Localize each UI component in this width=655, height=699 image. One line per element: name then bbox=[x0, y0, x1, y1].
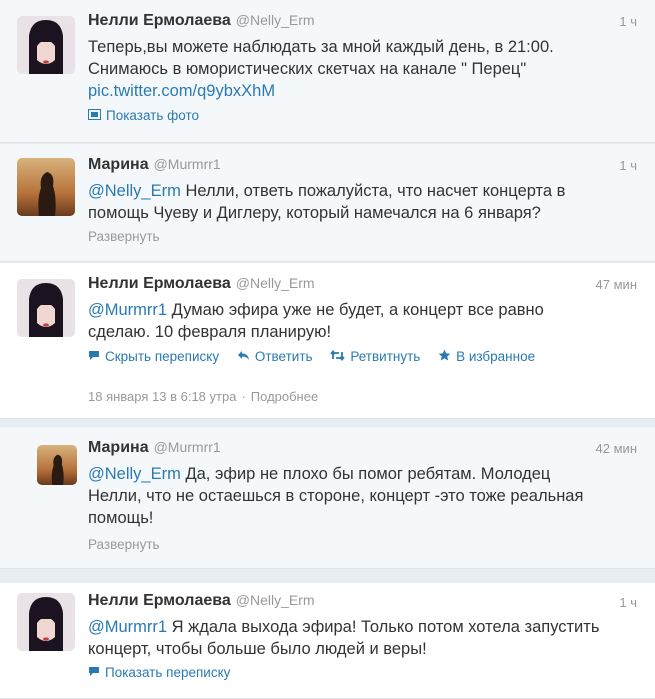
reply-arrow-icon bbox=[237, 350, 250, 364]
tweet-header: Нелли Ермолаева @Nelly_Erm bbox=[88, 592, 315, 614]
tweet-time[interactable]: 42 мин bbox=[596, 441, 637, 456]
tweet-card[interactable]: Нелли Ермолаева @Nelly_Erm 1 ч @Murmrr1 Я… bbox=[0, 583, 655, 699]
author-name[interactable]: Нелли Ермолаева bbox=[88, 592, 231, 609]
tweet-text-line: помощь! bbox=[88, 509, 154, 527]
author-handle[interactable]: @Nelly_Erm bbox=[236, 12, 315, 28]
tweet-text: Теперь,вы можете наблюдать за мной кажды… bbox=[88, 36, 628, 102]
author-name[interactable]: Марина bbox=[88, 156, 149, 173]
speech-bubble-icon bbox=[88, 350, 100, 364]
tweet-text-line: @Nelly_Erm Да, эфир не плохо бы помог ре… bbox=[88, 463, 628, 485]
show-conversation-button[interactable]: Показать переписку bbox=[88, 665, 230, 680]
mention-link[interactable]: @Murmrr1 bbox=[88, 301, 167, 319]
avatar[interactable] bbox=[17, 279, 75, 337]
avatar[interactable] bbox=[17, 158, 75, 216]
meta-separator: · bbox=[241, 389, 246, 404]
tweet-text-fragment: Нелли, ответь пожалуйста, что насчет кон… bbox=[185, 182, 566, 200]
hide-conversation-button[interactable]: Скрыть переписку bbox=[88, 349, 219, 364]
retweet-label: Ретвитнуть bbox=[350, 349, 421, 364]
tweet-header: Нелли Ермолаева @Nelly_Erm bbox=[88, 12, 315, 34]
author-handle[interactable]: @Nelly_Erm bbox=[236, 592, 315, 608]
author-name[interactable]: Нелли Ермолаева bbox=[88, 12, 231, 29]
tweet-text-line: @Murmrr1 Думаю эфира уже не будет, а кон… bbox=[88, 299, 628, 321]
tweet-text-fragment: Да, эфир не плохо бы помог ребятам. Моло… bbox=[185, 465, 551, 483]
photo-icon bbox=[88, 109, 101, 123]
tweet-time[interactable]: 1 ч bbox=[619, 595, 637, 610]
tweet-date[interactable]: 18 января 13 в 6:18 утра bbox=[88, 389, 236, 404]
expand-button[interactable]: Развернуть bbox=[88, 229, 160, 244]
author-handle[interactable]: @Murmrr1 bbox=[154, 156, 221, 172]
tweet-card[interactable]: Нелли Ермолаева @Nelly_Erm 1 ч Теперь,вы … bbox=[0, 0, 655, 143]
tweet-card[interactable]: Марина @Murmrr1 42 мин @Nelly_Erm Да, эфи… bbox=[0, 427, 655, 569]
show-photo-button[interactable]: Показать фото bbox=[88, 108, 199, 123]
tweet-text-line: @Nelly_Erm Нелли, ответь пожалуйста, что… bbox=[88, 180, 628, 202]
show-conversation-label: Показать переписку bbox=[105, 665, 231, 680]
star-icon bbox=[438, 349, 451, 364]
reply-label: Ответить bbox=[254, 349, 313, 364]
tweet-text-line: концерт, чтобы больше было людей и веры! bbox=[88, 640, 427, 658]
retweet-button[interactable]: Ретвитнуть bbox=[330, 349, 420, 364]
author-handle[interactable]: @Murmrr1 bbox=[154, 439, 221, 455]
author-name[interactable]: Марина bbox=[88, 439, 149, 456]
expand-button[interactable]: Развернуть bbox=[88, 537, 160, 552]
mention-link[interactable]: @Nelly_Erm bbox=[88, 182, 181, 200]
author-handle[interactable]: @Nelly_Erm bbox=[236, 275, 315, 291]
mention-link[interactable]: @Nelly_Erm bbox=[88, 465, 181, 483]
avatar[interactable] bbox=[37, 445, 77, 485]
tweet-time[interactable]: 47 мин bbox=[596, 277, 637, 292]
mention-link[interactable]: @Murmrr1 bbox=[88, 618, 167, 636]
hide-conversation-label: Скрыть переписку bbox=[105, 349, 220, 364]
tweet-header: Марина @Murmrr1 bbox=[88, 439, 221, 461]
tweet-text-line: сделаю. 10 февраля планирую! bbox=[88, 323, 332, 341]
tweet-time[interactable]: 1 ч bbox=[619, 158, 637, 173]
tweet-header: Нелли Ермолаева @Nelly_Erm bbox=[88, 275, 315, 297]
tweet-text-line: помощь Чуеву и Диглеру, который намечалс… bbox=[88, 204, 541, 222]
tweet-text-line: @Murmrr1 Я ждала выхода эфира! Только по… bbox=[88, 616, 628, 638]
tweet-card[interactable]: Нелли Ермолаева @Nelly_Erm 47 мин @Murmrr… bbox=[0, 263, 655, 419]
conversation-gap bbox=[0, 569, 655, 583]
tweet-card[interactable]: Марина @Murmrr1 1 ч @Nelly_Erm Нелли, отв… bbox=[0, 144, 655, 262]
tweet-header: Марина @Murmrr1 bbox=[88, 156, 221, 178]
favorite-button[interactable]: В избранное bbox=[438, 349, 535, 364]
tweet-time[interactable]: 1 ч bbox=[619, 14, 637, 29]
avatar[interactable] bbox=[17, 593, 75, 651]
speech-bubble-icon bbox=[88, 666, 100, 680]
tweet-meta: 18 января 13 в 6:18 утра · Подробнее bbox=[88, 389, 318, 404]
tweet-text-line: Нелли, что не остаешься в стороне, конце… bbox=[88, 487, 584, 505]
tweet-text-fragment: Думаю эфира уже не будет, а концерт все … bbox=[171, 301, 544, 319]
tweet-text-line: Теперь,вы можете наблюдать за мной кажды… bbox=[88, 38, 554, 56]
reply-button[interactable]: Ответить bbox=[237, 349, 313, 364]
avatar[interactable] bbox=[17, 16, 75, 74]
tweet-text: @Nelly_Erm Нелли, ответь пожалуйста, что… bbox=[88, 180, 628, 224]
conversation-gap bbox=[0, 419, 655, 427]
tweet-text: @Nelly_Erm Да, эфир не плохо бы помог ре… bbox=[88, 463, 628, 529]
show-photo-label: Показать фото bbox=[106, 108, 199, 123]
retweet-icon bbox=[330, 350, 346, 364]
tweet-actions: Скрыть переписку Ответить Ретвитнуть В и… bbox=[88, 349, 549, 364]
tweet-text-line: Снимаюсь в юмористических скетчах на кан… bbox=[88, 60, 527, 78]
media-link[interactable]: pic.twitter.com/q9ybxXhM bbox=[88, 80, 628, 102]
tweet-text: @Murmrr1 Я ждала выхода эфира! Только по… bbox=[88, 616, 628, 660]
author-name[interactable]: Нелли Ермолаева bbox=[88, 275, 231, 292]
details-link[interactable]: Подробнее bbox=[251, 389, 318, 404]
favorite-label: В избранное bbox=[456, 349, 536, 364]
tweet-text: @Murmrr1 Думаю эфира уже не будет, а кон… bbox=[88, 299, 628, 343]
tweet-text-fragment: Я ждала выхода эфира! Только потом хотел… bbox=[171, 618, 600, 636]
